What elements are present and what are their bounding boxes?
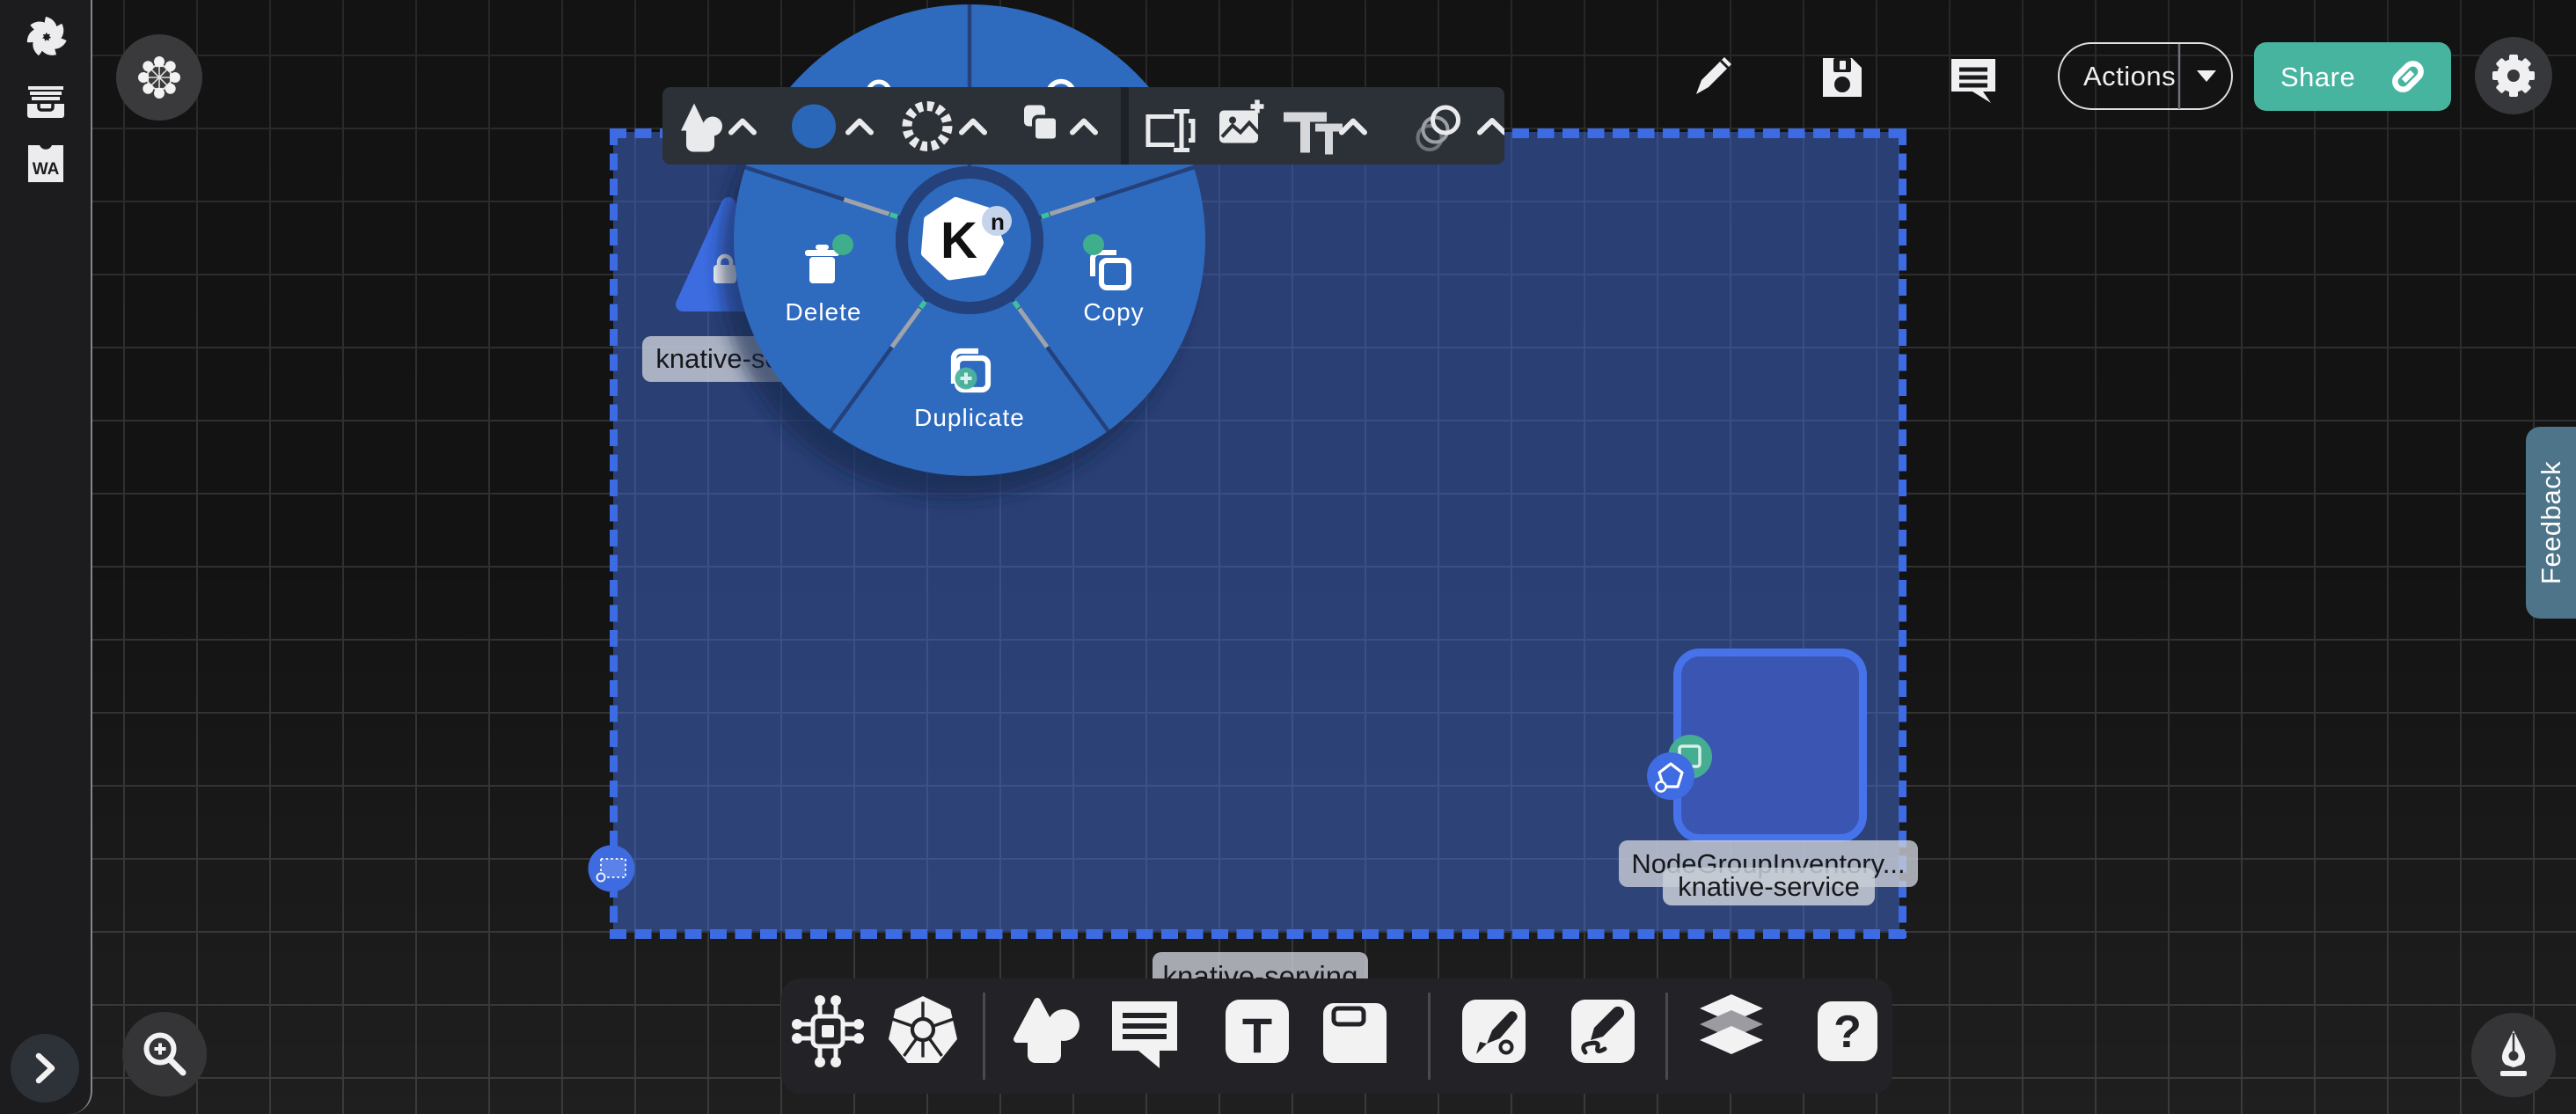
svg-text:n: n — [991, 209, 1005, 235]
svg-text:Delete: Delete — [786, 298, 862, 326]
svg-text:?: ? — [1833, 1007, 1862, 1058]
svg-text:Duplicate: Duplicate — [914, 404, 1025, 431]
svg-text:WA: WA — [33, 160, 60, 179]
svg-text:Share: Share — [2280, 62, 2355, 92]
svg-text:Copy: Copy — [1083, 298, 1144, 326]
svg-text:K: K — [940, 212, 977, 269]
svg-text:Actions: Actions — [2083, 61, 2176, 92]
svg-text:T: T — [1242, 1008, 1272, 1063]
